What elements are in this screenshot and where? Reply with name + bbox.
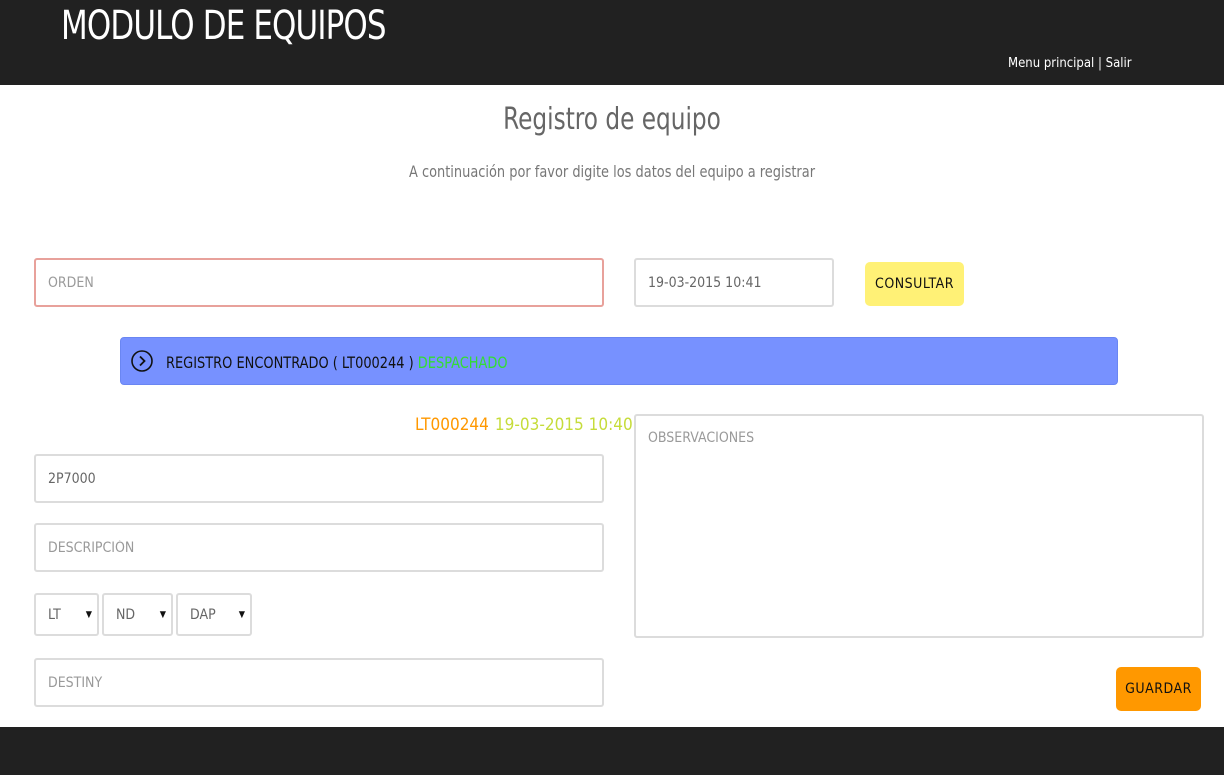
footer-bar <box>0 727 1224 775</box>
type-select[interactable]: LT ▼ <box>34 593 99 636</box>
dap-select[interactable]: DAP ▼ <box>176 593 252 636</box>
model-input[interactable] <box>34 454 604 503</box>
record-code: LT000244 <box>415 415 489 435</box>
page-subtitle: A continuación por favor digite los dato… <box>408 162 816 181</box>
nav-separator: | <box>1094 56 1106 71</box>
consult-button[interactable]: CONSULTAR <box>865 262 964 306</box>
dap-select-value: DAP <box>190 607 216 623</box>
app-title: MODULO DE EQUIPOS <box>61 3 387 49</box>
caret-down-icon: ▼ <box>159 610 166 620</box>
alert-message: REGISTRO ENCONTRADO ( LT000244 ) DESPACH… <box>166 353 508 372</box>
logout-link[interactable]: Salir <box>1106 56 1132 71</box>
observations-textarea[interactable] <box>634 414 1204 638</box>
caret-down-icon: ▼ <box>238 610 245 620</box>
nd-select-value: ND <box>116 607 136 623</box>
orden-input[interactable] <box>34 258 604 307</box>
nd-select[interactable]: ND ▼ <box>102 593 173 636</box>
description-input[interactable] <box>34 523 604 572</box>
record-date: 19-03-2015 10:40 <box>494 415 633 435</box>
top-bar: MODULO DE EQUIPOS Menu principal | Salir <box>0 0 1224 85</box>
save-button[interactable]: GUARDAR <box>1116 667 1201 711</box>
chevron-right-circle-icon[interactable] <box>130 349 154 373</box>
page-title: Registro de equipo <box>503 102 721 137</box>
caret-down-icon: ▼ <box>85 610 92 620</box>
alert-status: DESPACHADO <box>417 353 508 372</box>
datetime-input[interactable] <box>634 258 834 307</box>
record-meta: LT000244 19-03-2015 10:40 <box>415 415 633 435</box>
top-nav: Menu principal | Salir <box>1008 56 1132 71</box>
alert-text: REGISTRO ENCONTRADO ( LT000244 ) <box>166 353 418 372</box>
type-select-value: LT <box>48 607 61 623</box>
record-found-alert: REGISTRO ENCONTRADO ( LT000244 ) DESPACH… <box>120 337 1118 385</box>
destiny-input[interactable] <box>34 658 604 707</box>
menu-principal-link[interactable]: Menu principal <box>1008 56 1094 71</box>
